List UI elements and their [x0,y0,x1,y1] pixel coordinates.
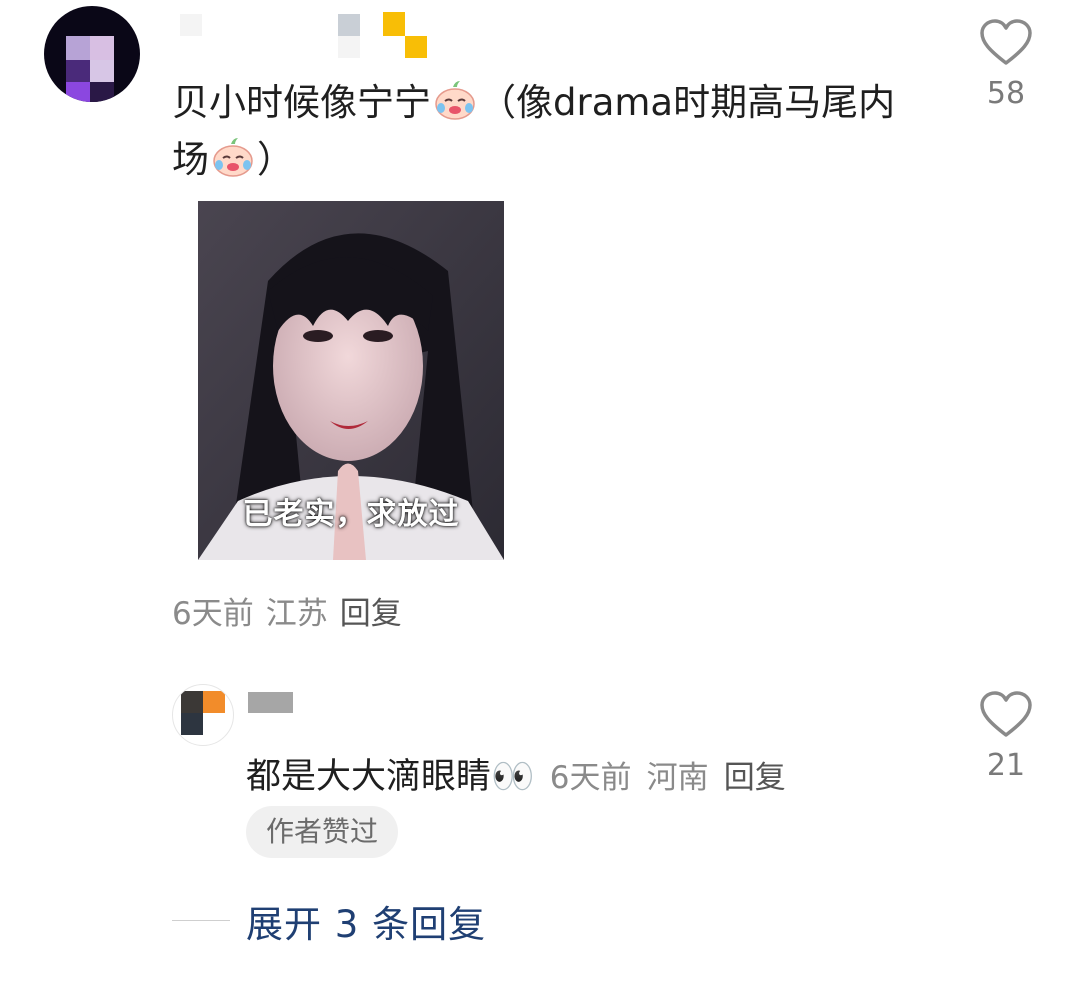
reply-time: 6天前 [549,760,632,796]
commenter-name-blurred[interactable] [178,10,438,60]
like-count: 21 [986,748,1026,783]
comment-location: 江苏 [265,596,328,632]
comment-text-part3: ） [257,138,294,181]
reply-text: 都是大大滴眼睛👀 [246,757,535,797]
heart-icon[interactable] [979,690,1033,740]
image-caption: 已老实，求放过 [242,497,460,532]
commenter-avatar[interactable] [44,6,140,102]
expand-replies-button[interactable]: 展开 3 条回复 [246,894,486,948]
author-liked-badge: 作者赞过 [246,806,399,858]
comment-meta: 6天前 江苏 回复 [172,588,414,633]
comment-text-part1: 贝小时候像宁宁 [172,81,431,124]
comment-like[interactable]: 58 [978,18,1034,111]
reply-like[interactable]: 21 [978,690,1034,783]
divider [172,920,230,921]
reply-location: 河南 [646,760,709,796]
comment-text: 贝小时候像宁宁 （像drama时期高马尾内场 ） [172,74,902,188]
reply-reply-button[interactable]: 回复 [724,760,786,796]
reply-button[interactable]: 回复 [340,596,402,632]
reply-avatar[interactable] [172,684,234,746]
crying-laughing-peach-emoji-icon [435,81,475,120]
comment-time: 6天前 [172,596,254,632]
heart-icon[interactable] [979,18,1033,68]
like-count: 58 [986,76,1026,111]
reply-line: 都是大大滴眼睛👀 6天前 河南 回复 [246,748,786,799]
comment-image[interactable]: 已老实，求放过 [198,201,504,560]
crying-laughing-peach-emoji-icon [213,138,253,177]
reply-username-blurred[interactable] [248,692,293,713]
